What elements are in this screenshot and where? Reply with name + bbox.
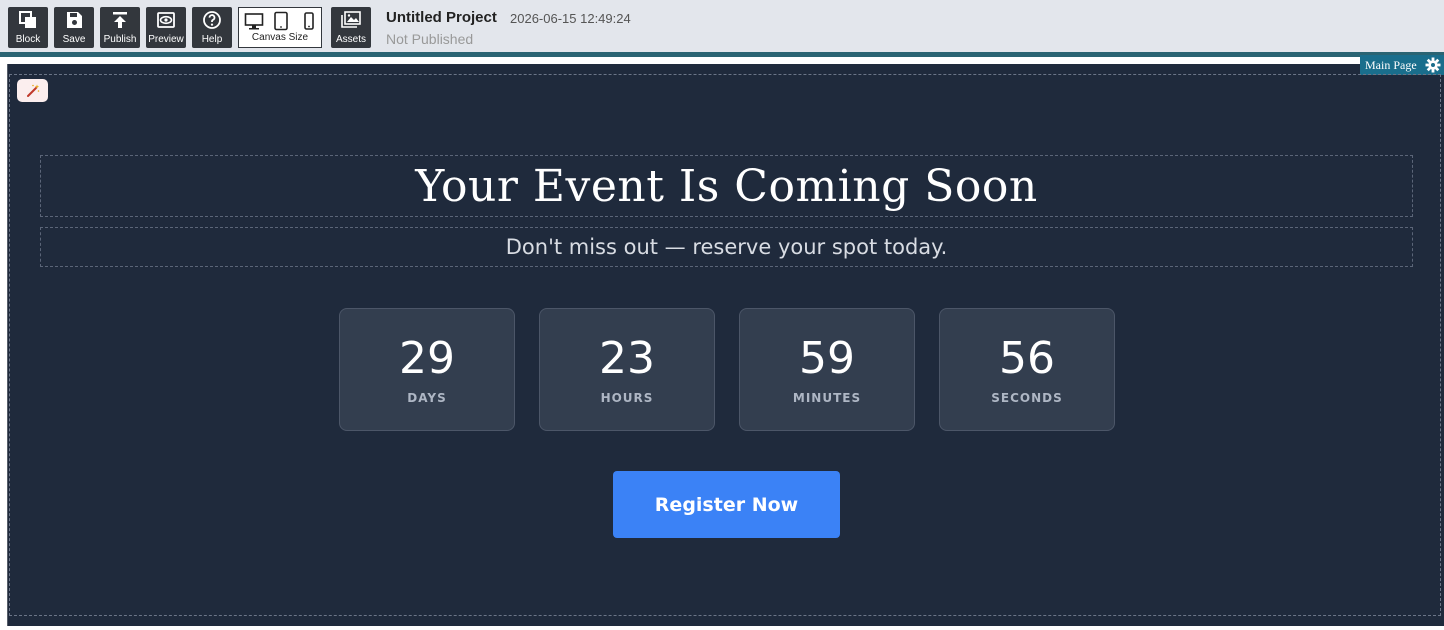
copy-blocks-icon [19, 11, 36, 28]
floppy-disk-icon [67, 12, 82, 28]
countdown-unit: DAYS [407, 391, 447, 405]
assets-button[interactable]: Assets [331, 7, 371, 48]
countdown-seconds: 56 SECONDS [939, 308, 1115, 431]
preview-button-label: Preview [148, 34, 184, 45]
magic-wand-icon [26, 84, 39, 97]
page-subtitle: Don't miss out — reserve your spot today… [505, 235, 948, 259]
countdown-value: 23 [599, 333, 655, 384]
desktop-icon[interactable] [244, 11, 264, 31]
device-switcher [244, 11, 318, 31]
page-tab-label: Main Page [1365, 57, 1417, 72]
project-timestamp: 2026-06-15 12:49:24 [510, 11, 631, 26]
block-button-label: Block [15, 34, 41, 45]
main-page-tab[interactable]: Main Page [1360, 55, 1444, 75]
countdown-unit: SECONDS [991, 391, 1063, 405]
editor-toolbar: Block Save Publish Preview Help Canvas S… [0, 0, 1444, 53]
eye-icon [157, 12, 175, 28]
heading-block[interactable]: Your Event Is Coming Soon [40, 155, 1413, 217]
publish-button-label: Publish [103, 34, 137, 45]
countdown-minutes: 59 MINUTES [739, 308, 915, 431]
page-title: Your Event Is Coming Soon [415, 160, 1038, 212]
countdown-hours: 23 HOURS [539, 308, 715, 431]
block-button[interactable]: Block [8, 7, 48, 48]
preview-button[interactable]: Preview [146, 7, 186, 48]
image-gallery-icon [341, 11, 361, 28]
gear-icon[interactable] [1425, 57, 1441, 73]
canvas-top-strip [9, 57, 1360, 64]
magic-wand-button[interactable] [17, 79, 48, 102]
editor-canvas[interactable] [7, 64, 1444, 626]
subheading-block[interactable]: Don't miss out — reserve your spot today… [40, 227, 1413, 267]
help-button-label: Help [201, 34, 223, 45]
countdown-value: 29 [399, 333, 455, 384]
publish-button[interactable]: Publish [100, 7, 140, 48]
assets-button-label: Assets [335, 34, 366, 45]
publish-status: Not Published [386, 31, 474, 47]
upload-arrow-icon [113, 12, 127, 28]
question-circle-icon [203, 11, 221, 29]
save-button[interactable]: Save [54, 7, 94, 48]
countdown-days: 29 DAYS [339, 308, 515, 431]
countdown-value: 59 [799, 333, 855, 384]
tablet-icon[interactable] [273, 11, 289, 31]
register-now-button[interactable]: Register Now [613, 471, 840, 538]
canvas-bottom-edge [0, 626, 1444, 630]
canvas-size-label: Canvas Size [251, 32, 309, 43]
mobile-icon[interactable] [302, 11, 316, 31]
countdown-unit: MINUTES [792, 391, 862, 405]
register-button-label: Register Now [654, 493, 799, 516]
save-button-label: Save [62, 34, 86, 45]
canvas-size-selector: Canvas Size [238, 7, 322, 48]
project-title: Untitled Project [386, 9, 497, 26]
countdown-value: 56 [999, 333, 1055, 384]
help-button[interactable]: Help [192, 7, 232, 48]
countdown-unit: HOURS [600, 391, 654, 405]
